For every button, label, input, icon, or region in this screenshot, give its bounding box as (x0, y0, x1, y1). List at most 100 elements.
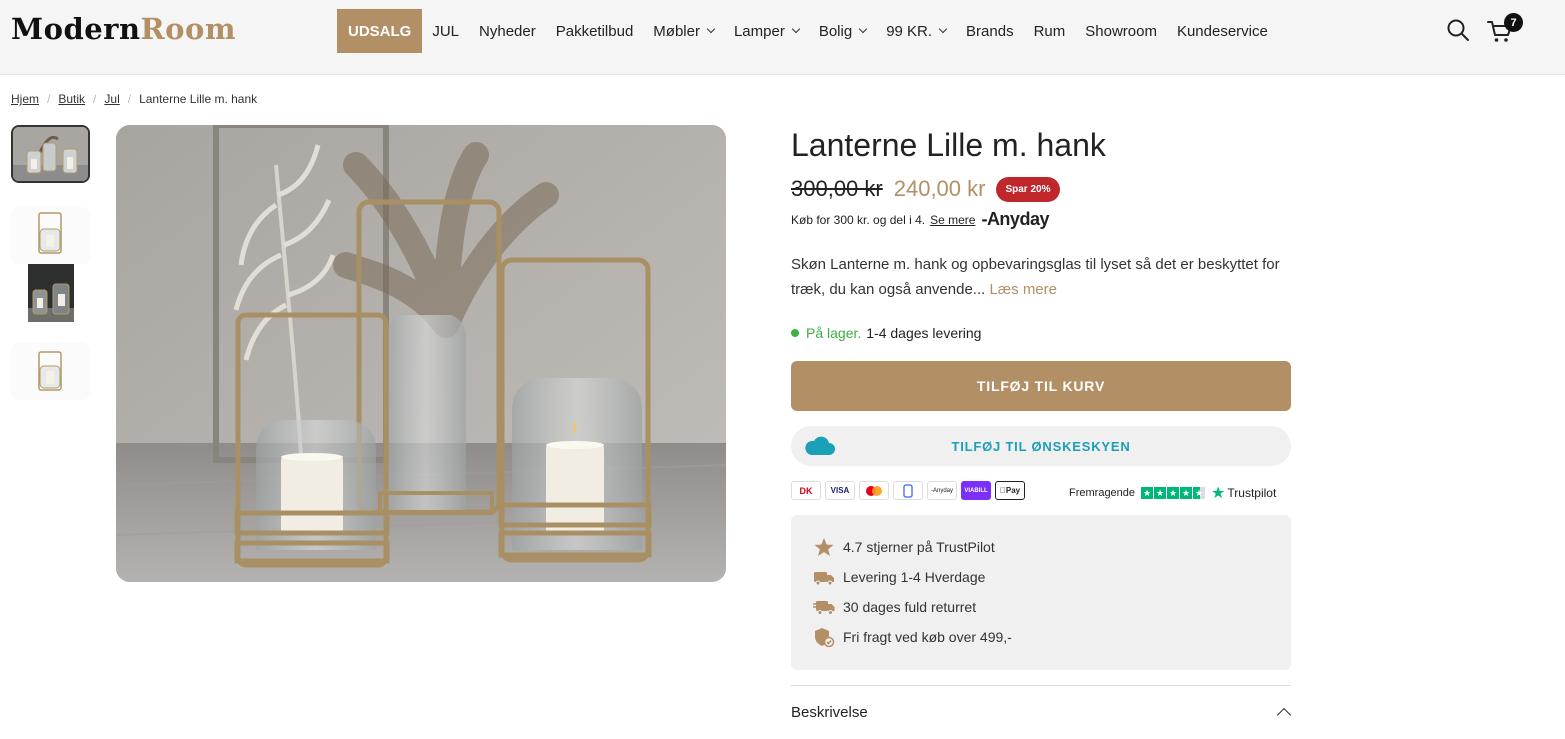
trustpilot-star-icon: ★ (1211, 485, 1226, 502)
thumbnail-lantern-white-bg-image (11, 207, 90, 265)
thumbnail-1[interactable] (11, 125, 90, 183)
usp-item-free-shipping: Fri fragt ved køb over 499,- (813, 627, 1012, 647)
return-truck-icon (813, 601, 835, 615)
nav-mobler[interactable]: Møbler (643, 9, 724, 53)
wishlist-label: TILFØJ TIL ØNSKESKYEN (951, 438, 1131, 454)
star-icon: ★ (1141, 487, 1154, 499)
nav-bolig-label: Bolig (818, 22, 853, 40)
trustpilot-stars: ★ ★ ★ ★ ★ (1141, 487, 1206, 499)
add-to-wishlist-button[interactable]: TILFØJ TIL ØNSKESKYEN (791, 426, 1291, 466)
nav-bolig[interactable]: Bolig (809, 9, 876, 53)
chevron-down-icon (858, 24, 868, 34)
product-title: Lanterne Lille m. hank (791, 127, 1106, 163)
usp-text: 30 dages fuld returret (843, 599, 977, 615)
nav-brands[interactable]: Brands (956, 9, 1024, 53)
shield-check-icon (815, 628, 835, 647)
trustpilot-widget[interactable]: Fremragende ★ ★ ★ ★ ★ ★ Trustpilot (1069, 483, 1276, 503)
stock-status: På lager. 1-4 dages levering (791, 325, 981, 341)
usp-item-returns: 30 dages fuld returret (813, 597, 976, 617)
breadcrumb-home[interactable]: Hjem (11, 92, 39, 106)
site-header: ModernRoom UDSALG JUL Nyheder Pakketilbu… (0, 0, 1565, 75)
save-badge: Spar 20% (996, 176, 1060, 202)
trustpilot-rating-word: Fremragende (1069, 487, 1136, 499)
anyday-pay-icon: -Anyday (927, 481, 957, 500)
anyday-installment: Køb for 300 kr. og del i 4. Se mere -Any… (791, 209, 1049, 230)
usp-text: 4.7 stjerner på TrustPilot (843, 539, 995, 555)
breadcrumb-butik[interactable]: Butik (58, 92, 85, 106)
anyday-logo-text: Anyday (986, 209, 1050, 229)
thumbnail-2[interactable] (11, 207, 90, 265)
nav-kundeservice[interactable]: Kundeservice (1167, 9, 1278, 53)
sale-price: 240,00 kr (893, 176, 986, 201)
nav-pakketilbud[interactable]: Pakketilbud (546, 9, 644, 53)
thumbnail-lanterns-dark-image (11, 264, 90, 322)
usp-item-delivery: Levering 1-4 Hverdage (813, 567, 985, 587)
description-accordion[interactable]: Beskrivelse (791, 704, 1292, 723)
trustpilot-brand: Trustpilot (1227, 486, 1277, 500)
chevron-down-icon (938, 24, 948, 34)
payment-methods: DK VISA -Anyday VIABILL Pay (791, 481, 1029, 500)
trustpilot-logo: ★ Trustpilot (1211, 483, 1276, 503)
read-more-link[interactable]: Læs mere (989, 281, 1057, 298)
apple-pay-icon: Pay (995, 481, 1025, 500)
star-icon: ★ (1180, 487, 1193, 499)
logo-part-room: Room (140, 12, 237, 46)
star-icon (814, 538, 834, 556)
usp-item-trustpilot: 4.7 stjerner på TrustPilot (813, 537, 995, 557)
nav-jul[interactable]: JUL (422, 9, 469, 53)
breadcrumb-separator: / (127, 92, 132, 106)
breadcrumb-separator: / (47, 92, 51, 106)
chevron-up-icon (1276, 707, 1292, 723)
main-nav: UDSALG JUL Nyheder Pakketilbud Møbler La… (337, 9, 1278, 53)
section-divider (791, 685, 1291, 686)
anyday-text: Køb for 300 kr. og del i 4. (791, 212, 926, 227)
lanterns-photo (116, 125, 726, 582)
cloud-icon (805, 436, 835, 455)
chevron-down-icon (791, 24, 801, 34)
visa-icon: VISA (825, 481, 855, 500)
anyday-see-more-link[interactable]: Se mere (930, 213, 975, 227)
nav-mobler-label: Møbler (653, 22, 700, 40)
star-icon: ★ (1154, 487, 1167, 499)
delivery-truck-icon (814, 572, 834, 586)
nav-99kr-label: 99 KR. (886, 22, 933, 40)
breadcrumb-jul[interactable]: Jul (104, 92, 119, 106)
breadcrumb: Hjem / Butik / Jul / Lanterne Lille m. h… (11, 92, 257, 106)
old-price: 300,00 kr (791, 176, 883, 201)
chevron-down-icon (706, 24, 716, 34)
product-short-description: Skøn Lanterne m. hank og opbevaringsglas… (791, 252, 1291, 302)
thumbnail-lanterns-image (13, 127, 88, 181)
usp-text: Levering 1-4 Hverdage (843, 569, 986, 585)
search-icon[interactable] (1446, 18, 1470, 42)
add-to-cart-button[interactable]: TILFØJ TIL KURV (791, 361, 1291, 411)
price-row: 300,00 kr 240,00 kr Spar 20% (791, 176, 1060, 202)
breadcrumb-current: Lanterne Lille m. hank (139, 92, 258, 106)
mastercard-icon (859, 481, 889, 500)
breadcrumb-separator: / (93, 92, 97, 106)
anyday-logo: -Anyday (981, 209, 1050, 229)
cart-count-badge: 7 (1504, 13, 1523, 32)
nav-nyheder[interactable]: Nyheder (469, 9, 546, 53)
nav-rum[interactable]: Rum (1024, 9, 1076, 53)
thumbnail-3[interactable] (11, 264, 90, 322)
logo[interactable]: ModernRoom (11, 12, 236, 46)
nav-lamper[interactable]: Lamper (724, 9, 809, 53)
nav-udsalg[interactable]: UDSALG (337, 9, 423, 53)
thumbnail-4[interactable] (11, 342, 90, 400)
star-icon: ★ (1167, 487, 1180, 499)
viabill-icon: VIABILL (961, 481, 991, 500)
thumbnail-lantern-candle-image (11, 342, 90, 400)
dankort-icon: DK (791, 481, 821, 500)
in-stock-dot-icon (791, 329, 799, 337)
product-main-image[interactable] (116, 125, 726, 582)
usp-box: 4.7 stjerner på TrustPilot Levering 1-4 … (791, 515, 1291, 670)
accordion-label: Beskrivelse (791, 704, 868, 721)
nav-showroom[interactable]: Showroom (1075, 9, 1167, 53)
star-half-icon: ★ (1193, 487, 1206, 499)
stock-label: På lager. (806, 325, 862, 341)
usp-text: Fri fragt ved køb over 499,- (843, 629, 1012, 645)
logo-part-modern: Modern (11, 12, 141, 46)
nav-99kr[interactable]: 99 KR. (876, 9, 956, 53)
delivery-time: 1-4 dages levering (866, 325, 982, 341)
nav-lamper-label: Lamper (733, 22, 785, 40)
